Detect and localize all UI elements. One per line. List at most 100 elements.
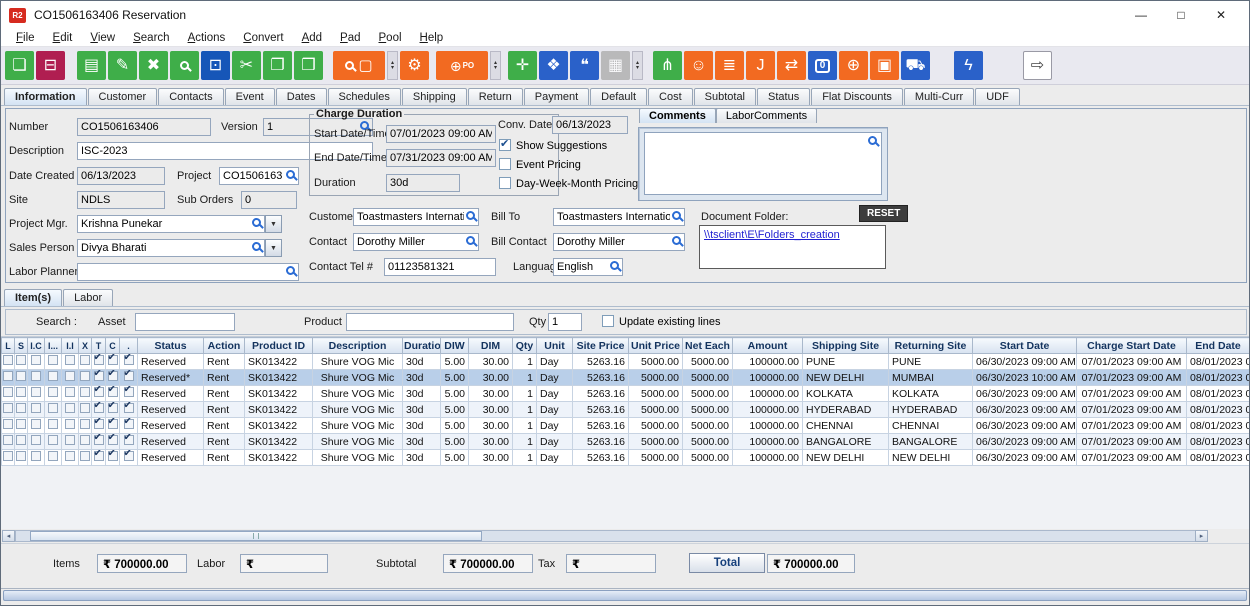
cell-dim[interactable]: 30.00 [469, 354, 513, 370]
row-checkbox[interactable] [120, 370, 138, 386]
cell-dim[interactable]: 30.00 [469, 402, 513, 418]
cell-returning-site[interactable]: MUMBAI [889, 370, 973, 386]
row-checkbox[interactable] [62, 450, 79, 466]
qty-input[interactable]: 1 [548, 313, 582, 331]
row-checkbox[interactable] [28, 418, 45, 434]
row-checkbox[interactable] [62, 354, 79, 370]
paste-icon[interactable]: ❒ [294, 51, 323, 80]
menu-item-file[interactable]: File [7, 32, 44, 44]
row-checkbox[interactable] [106, 370, 120, 386]
row-checkbox[interactable] [28, 402, 45, 418]
cell-action[interactable]: Rent [204, 370, 245, 386]
cell-status[interactable]: Reserved* [138, 370, 204, 386]
options-gears-icon[interactable]: ⚙ [400, 51, 429, 80]
cell-action[interactable]: Rent [204, 402, 245, 418]
row-checkbox[interactable] [120, 402, 138, 418]
cell-action[interactable]: Rent [204, 434, 245, 450]
row-checkbox[interactable] [120, 434, 138, 450]
cell-unit[interactable]: Day [537, 418, 573, 434]
add-purchase-order-icon[interactable]: ⊕PO [436, 51, 488, 80]
transfer-clipboard-icon[interactable]: ⇄ [777, 51, 806, 80]
cell-returning-site[interactable]: KOLKATA [889, 386, 973, 402]
cell-shipping-site[interactable]: HYDERABAD [803, 402, 889, 418]
reset-button[interactable]: RESET [859, 205, 908, 222]
cell-product-id[interactable]: SK013422 [245, 370, 313, 386]
table-horizontal-scrollbar[interactable]: ◂ ▸ [1, 529, 1249, 543]
product-input[interactable] [346, 313, 514, 331]
menu-item-help[interactable]: Help [411, 32, 453, 44]
row-checkbox[interactable] [45, 386, 62, 402]
cell-diw[interactable]: 5.00 [441, 418, 469, 434]
cell-description[interactable]: Shure VOG Mic [313, 450, 403, 466]
cell-duration[interactable]: 30d [403, 370, 441, 386]
row-checkbox[interactable] [120, 450, 138, 466]
row-checkbox[interactable] [79, 418, 92, 434]
row-checkbox[interactable] [79, 370, 92, 386]
row-checkbox[interactable] [15, 402, 28, 418]
row-checkbox[interactable] [120, 418, 138, 434]
cell-start-date[interactable]: 06/30/2023 09:00 AM [973, 386, 1077, 402]
cell-unit-price[interactable]: 5000.00 [629, 450, 683, 466]
cell-unit[interactable]: Day [537, 402, 573, 418]
tab-status[interactable]: Status [757, 88, 810, 105]
new-document-icon[interactable]: ❏ [5, 51, 34, 80]
cell-qty[interactable]: 1 [513, 386, 537, 402]
sales-person-search-icon[interactable] [252, 242, 261, 251]
maximize-button[interactable]: □ [1161, 8, 1201, 22]
document-folder-link[interactable]: \\tsclient\E\Folders_creation [704, 229, 840, 241]
cell-start-date[interactable]: 06/30/2023 09:00 AM [973, 354, 1077, 370]
row-checkbox[interactable] [92, 418, 106, 434]
language-search-icon[interactable] [610, 261, 619, 270]
scrollbar-track[interactable] [15, 530, 1208, 542]
menu-item-pool[interactable]: Pool [370, 32, 411, 44]
cell-end-date[interactable]: 08/01/2023 09:00 AM [1187, 434, 1250, 450]
menu-item-edit[interactable]: Edit [44, 32, 82, 44]
tab-dates[interactable]: Dates [276, 88, 327, 105]
cell-amount[interactable]: 100000.00 [733, 354, 803, 370]
column-header-checkbox[interactable]: L [2, 338, 15, 354]
cut-icon[interactable]: ✂ [232, 51, 261, 80]
column-header-checkbox[interactable]: T [92, 338, 106, 354]
cell-dim[interactable]: 30.00 [469, 418, 513, 434]
cell-charge-start-date[interactable]: 07/01/2023 09:00 AM [1077, 450, 1187, 466]
row-checkbox[interactable] [28, 450, 45, 466]
items-table[interactable]: LSI.CI...I.IXTC.StatusActionProduct IDDe… [1, 337, 1249, 466]
scroll-right-icon[interactable]: ▸ [1195, 530, 1208, 542]
project-mgr-search-icon[interactable] [252, 218, 261, 227]
cell-duration[interactable]: 30d [403, 354, 441, 370]
expand-icon[interactable]: ✛ [508, 51, 537, 80]
row-checkbox[interactable] [79, 450, 92, 466]
tab-shipping[interactable]: Shipping [402, 88, 467, 105]
checkbox-event-pricing[interactable]: Event Pricing [499, 158, 638, 171]
cell-status[interactable]: Reserved [138, 434, 204, 450]
edit-icon[interactable]: ✎ [108, 51, 137, 80]
minimize-button[interactable]: — [1121, 8, 1161, 22]
row-checkbox[interactable] [120, 354, 138, 370]
column-header-checkbox[interactable]: I.C [28, 338, 45, 354]
cell-net-each[interactable]: 5000.00 [683, 402, 733, 418]
row-checkbox[interactable] [2, 450, 15, 466]
cell-end-date[interactable]: 08/01/2023 09:00 AM [1187, 418, 1250, 434]
menu-item-view[interactable]: View [81, 32, 124, 44]
tab-default[interactable]: Default [590, 88, 647, 105]
column-header-returning-site[interactable]: Returning Site [889, 338, 973, 354]
cell-diw[interactable]: 5.00 [441, 370, 469, 386]
cell-product-id[interactable]: SK013422 [245, 354, 313, 370]
row-checkbox[interactable] [92, 434, 106, 450]
column-header-checkbox[interactable]: X [79, 338, 92, 354]
cell-end-date[interactable]: 08/01/2023 09:00 AM [1187, 370, 1250, 386]
column-header-unit-price[interactable]: Unit Price [629, 338, 683, 354]
cell-duration[interactable]: 30d [403, 418, 441, 434]
cell-duration[interactable]: 30d [403, 450, 441, 466]
cell-qty[interactable]: 1 [513, 450, 537, 466]
cell-unit-price[interactable]: 5000.00 [629, 434, 683, 450]
smiley-icon[interactable]: ☺ [684, 51, 713, 80]
checkbox-show-suggestions[interactable]: Show Suggestions [499, 139, 638, 152]
copies-icon[interactable]: ⊡ [201, 51, 230, 80]
tab-flat-discounts[interactable]: Flat Discounts [811, 88, 903, 105]
table-row[interactable]: Reserved*RentSK013422Shure VOG Mic30d5.0… [2, 370, 1250, 386]
cell-shipping-site[interactable]: BANGALORE [803, 434, 889, 450]
comment-icon[interactable]: ❝ [570, 51, 599, 80]
row-checkbox[interactable] [92, 450, 106, 466]
sales-person-combo[interactable]: Divya Bharati ▼ [77, 239, 282, 257]
